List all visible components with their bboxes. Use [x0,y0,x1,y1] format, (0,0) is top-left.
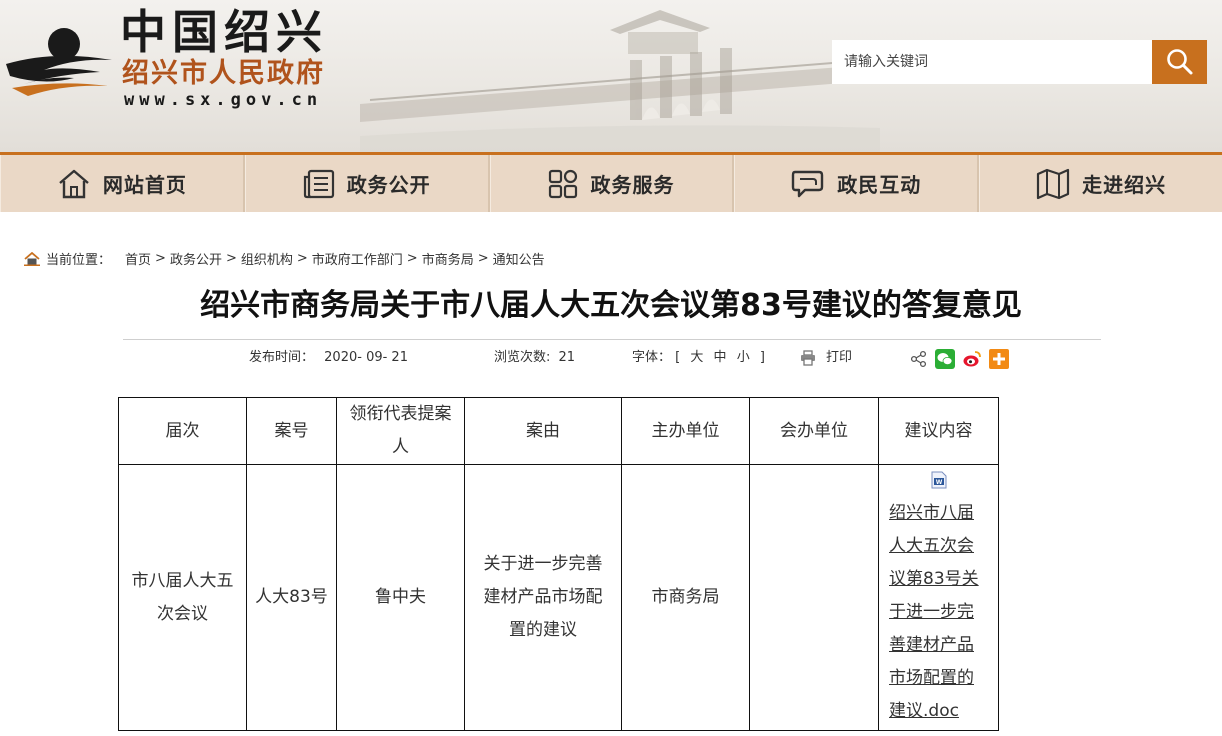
svg-text:W: W [935,479,942,486]
site-header: 中国绍兴 绍兴市人民政府 www.sx.gov.cn [0,0,1222,152]
breadcrumb-separator: > [155,251,166,266]
header-host-unit: 主办单位 [621,397,750,465]
nav-label-about: 走进绍兴 [1082,173,1167,197]
header-co-unit: 会办单位 [749,397,879,465]
view-count: 浏览次数: 21 [494,348,575,368]
news-icon [303,169,334,198]
breadcrumb-organization[interactable]: 组织机构 [241,249,293,268]
title-divider [123,339,1101,340]
attachment-link[interactable]: 绍兴市八届人大五次会议第83号关于进一步完善建材产品市场配置的建议.doc [887,497,990,728]
view-count-value: 21 [558,350,576,365]
font-medium-button[interactable]: 中 [714,350,727,365]
cell-content: W 绍兴市八届人大五次会议第83号关于进一步完善建材产品市场配置的建议.doc [878,464,999,731]
share-icon[interactable] [910,350,928,368]
header-proposer: 领衔代表提案人 [336,397,465,465]
header-content: 建议内容 [878,397,999,465]
nav-item-gov-services[interactable]: 政务服务 [489,155,735,212]
bridge-banner-image [360,10,880,152]
logo-emblem-icon [6,28,112,96]
nav-item-home[interactable]: 网站首页 [0,155,245,212]
more-share-icon[interactable] [989,349,1009,369]
breadcrumb-commerce-bureau[interactable]: 市商务局 [422,249,474,268]
header-subject: 案由 [464,397,622,465]
logo-subtitle: 绍兴市人民政府 [122,58,325,89]
search-input[interactable] [832,40,1152,84]
breadcrumb-separator: > [477,251,489,266]
breadcrumb-label: 当前位置： [46,253,112,268]
breadcrumb-separator: > [296,251,308,266]
font-bracket-close: ] [759,350,765,365]
nav-item-about[interactable]: 走进绍兴 [979,155,1222,212]
logo-title: 中国绍兴 [120,5,328,59]
print-label: 打印 [826,350,853,365]
breadcrumb-departments[interactable]: 市政府工作部门 [312,249,403,268]
nav-label-interaction: 政民互动 [837,173,922,197]
nav-label-gov-services: 政务服务 [590,173,675,197]
cell-host-unit: 市商务局 [621,464,750,731]
breadcrumb-notices[interactable]: 通知公告 [493,249,545,268]
font-bracket-open: [ [675,350,681,365]
grid-icon [549,169,578,198]
word-doc-icon: W [931,471,946,489]
nav-item-interaction[interactable]: 政民互动 [734,155,980,212]
publish-time: 发布时间： 2020- 09- 21 [249,348,408,368]
nav-label-home: 网站首页 [102,173,187,197]
share-bar [910,349,1009,369]
map-icon [1036,168,1070,199]
table-header-row: 届次 案号 领衔代表提案人 案由 主办单位 会办单位 建议内容 [118,397,999,465]
print-button[interactable]: 打印 [800,348,852,368]
publish-time-label: 发布时间： [249,350,315,365]
breadcrumb-gov-affairs[interactable]: 政务公开 [170,249,222,268]
page-title: 绍兴市商务局关于市八届人大五次会议第83号建议的答复意见 [200,288,1022,323]
search-icon [1166,49,1192,75]
nav-label-gov-affairs: 政务公开 [346,173,431,197]
header-case-no: 案号 [246,397,337,465]
font-size-control: 字体： [ 大 中 小 ] [632,348,765,368]
home-icon [59,169,89,198]
search-button[interactable] [1152,40,1207,84]
cell-case-no: 人大83号 [246,464,337,731]
cell-subject: 关于进一步完善建材产品市场配置的建议 [464,464,622,731]
view-count-label: 浏览次数: [494,350,551,365]
breadcrumb-separator: > [225,251,237,266]
font-large-button[interactable]: 大 [690,350,703,365]
location-home-icon [24,251,40,266]
cell-proposer: 鲁中夫 [336,464,465,731]
weibo-icon[interactable] [962,349,982,369]
table-row: 市八届人大五次会议 人大83号 鲁中夫 关于进一步完善建材产品市场配置的建议 市… [118,464,999,731]
publish-date: 2020- 09- 21 [324,350,408,365]
breadcrumb-home[interactable]: 首页 [125,249,151,268]
nav-item-gov-affairs[interactable]: 政务公开 [244,155,490,212]
logo-url: www.sx.gov.cn [124,90,323,110]
breadcrumb: 当前位置： 首页 > 政务公开 > 组织机构 > 市政府工作部门 > 市商务局 … [24,249,545,268]
breadcrumb-separator: > [406,251,418,266]
font-small-button[interactable]: 小 [737,350,750,365]
printer-icon [801,350,815,366]
header-session: 届次 [118,397,247,465]
cell-co-unit [749,464,879,731]
cell-session: 市八届人大五次会议 [118,464,247,731]
font-size-label: 字体： [632,350,672,365]
chat-icon [792,170,824,197]
main-nav: 网站首页 政务公开 政务服务 政民互动 走进绍兴 [0,152,1222,212]
proposal-table: 届次 案号 领衔代表提案人 案由 主办单位 会办单位 建议内容 市八届人大五次会… [118,397,999,731]
wechat-icon[interactable] [935,349,955,369]
